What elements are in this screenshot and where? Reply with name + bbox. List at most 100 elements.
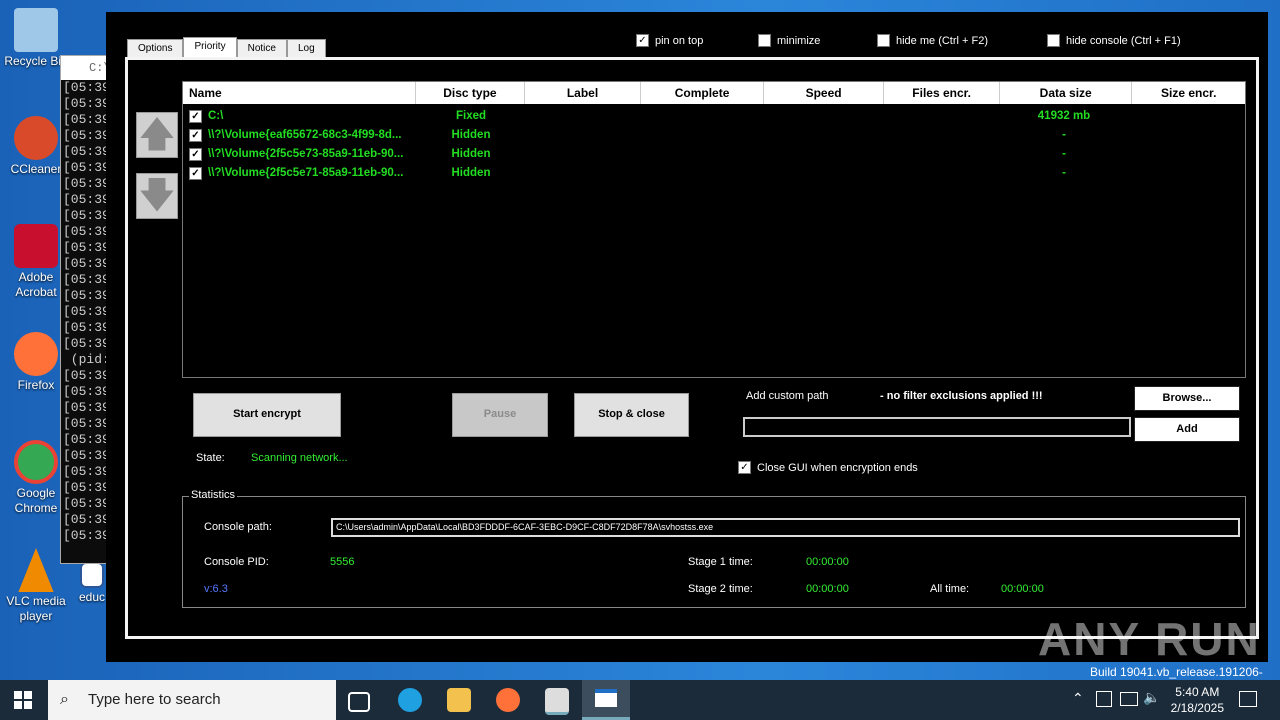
statistics-title: Statistics [189,489,238,501]
col-speed[interactable]: Speed [764,82,885,104]
console-pid-label: Console PID: [204,556,269,568]
encryptor-window: Options Priority Notice Log ✓ pin on top… [106,12,1268,662]
cell-data-size: - [1062,167,1066,179]
cell-size-encr [1130,145,1243,164]
cell-label [525,126,641,145]
close-gui-checkbox[interactable]: ✓ Close GUI when encryption ends [738,461,918,474]
cell-files [883,126,998,145]
col-complete[interactable]: Complete [641,82,764,104]
drive-name: \\?\Volume{eaf65672-68c3-4f99-8d... [208,129,402,141]
minimize-checkbox[interactable]: minimize [758,34,820,47]
arrow-down-icon: 🡇 [138,174,176,215]
cell-size-encr [1130,126,1243,145]
acrobat-icon [14,224,58,268]
custom-path-label: Add custom path [746,390,829,402]
drive-name: \\?\Volume{2f5c5e73-85a9-11eb-90... [208,148,404,160]
tab-priority[interactable]: Priority [183,37,237,59]
start-encrypt-button[interactable]: Start encrypt [193,393,341,437]
cell-speed [763,107,883,126]
hide-me-checkbox[interactable]: hide me (Ctrl + F2) [877,34,988,47]
console-path-label: Console path: [204,521,272,533]
recycle-bin-icon [14,8,58,52]
filter-note: - no filter exclusions applied !!! [880,390,1043,402]
cell-label [525,145,641,164]
firefox-icon [14,332,58,376]
state-label: State: [196,452,225,464]
volume-icon[interactable]: 🔈 [1143,689,1160,706]
cell-files [883,164,998,183]
table-row[interactable]: ✓ \\?\Volume{eaf65672-68c3-4f99-8d... Hidd… [183,126,1245,145]
stage1-value: 00:00:00 [806,556,849,568]
add-button[interactable]: Add [1134,417,1240,442]
cell-disc-type: Hidden [451,129,491,141]
cell-data-size: - [1062,148,1066,160]
arrow-up-icon: 🡅 [138,113,176,154]
taskbar-search[interactable]: ⌕ Type here to search [48,680,336,720]
col-files-encr[interactable]: Files encr. [884,82,1000,104]
cell-size-encr [1130,164,1243,183]
chevron-up-icon[interactable]: ⌃ [1072,690,1084,707]
encryptor-taskbar-button[interactable] [582,680,630,720]
row-checkbox-icon[interactable]: ✓ [189,110,202,123]
col-name[interactable]: Name [183,82,417,104]
checkbox-empty-icon [1047,34,1060,47]
col-data-size[interactable]: Data size [1000,82,1133,104]
tab-bar: Options Priority Notice Log [127,37,326,59]
system-clock[interactable]: 5:40 AM 2/18/2025 [1171,684,1224,716]
cell-complete [641,126,763,145]
task-view-icon[interactable] [348,692,370,712]
chrome-icon [14,440,58,484]
search-placeholder: Type here to search [88,691,221,708]
device-icon[interactable] [1096,691,1112,707]
row-checkbox-icon[interactable]: ✓ [189,167,202,180]
cell-disc-type: Hidden [451,167,491,179]
table-row[interactable]: ✓ \\?\Volume{2f5c5e73-85a9-11eb-90... Hidd… [183,145,1245,164]
move-up-button[interactable]: 🡅 [136,112,178,158]
console-pid-value: 5556 [330,556,355,568]
cell-complete [641,164,763,183]
edge-icon[interactable] [398,688,422,712]
state-value: Scanning network... [251,452,348,464]
tab-notice[interactable]: Notice [236,39,287,59]
notification-icon[interactable] [1239,691,1257,707]
table-row[interactable]: ✓ \\?\Volume{2f5c5e71-85a9-11eb-90... Hidd… [183,164,1245,183]
tab-log[interactable]: Log [286,39,326,59]
stage2-label: Stage 2 time: [688,583,753,595]
row-checkbox-icon[interactable]: ✓ [189,148,202,161]
row-checkbox-icon[interactable]: ✓ [189,129,202,142]
pin-on-top-checkbox[interactable]: ✓ pin on top [636,34,703,47]
stage2-value: 00:00:00 [806,583,849,595]
pause-button[interactable]: Pause [452,393,548,437]
browse-button[interactable]: Browse... [1134,386,1240,411]
network-icon[interactable] [1120,692,1138,706]
statistics-group: Statistics Console path: C:\Users\admin\… [182,489,1246,608]
cell-files [883,145,998,164]
col-disc-type[interactable]: Disc type [416,82,525,104]
cell-disc-type: Hidden [451,148,491,160]
checkbox-checked-icon: ✓ [738,461,751,474]
table-header: Name Disc type Label Complete Speed File… [183,82,1245,104]
col-label[interactable]: Label [525,82,642,104]
cell-label [525,164,641,183]
start-button[interactable] [14,691,32,709]
checkbox-checked-icon: ✓ [636,34,649,47]
console-path-field[interactable]: C:\Users\admin\AppData\Local\BD3FDDDF-6C… [331,518,1240,537]
cell-data-size: 41932 mb [1037,110,1091,122]
col-size-encr[interactable]: Size encr. [1132,82,1245,104]
stop-close-button[interactable]: Stop & close [574,393,689,437]
custom-path-input[interactable] [743,417,1131,437]
tab-options[interactable]: Options [127,39,184,59]
cell-files [883,107,998,126]
cell-label [525,107,641,126]
table-row[interactable]: ✓ C:\ Fixed 41932 mb [183,107,1245,126]
file-explorer-icon[interactable] [447,688,471,712]
table-body: ✓ C:\ Fixed 41932 mb ✓ \\?\Volume{eaf65672-68… [183,107,1245,183]
anyrun-watermark: ANY RUN [1038,613,1261,665]
hide-console-checkbox[interactable]: hide console (Ctrl + F1) [1047,34,1181,47]
cell-speed [763,145,883,164]
cell-complete [641,107,763,126]
firefox-taskbar-icon[interactable] [496,688,520,712]
all-time-label: All time: [930,583,970,595]
console-taskbar-icon[interactable] [545,688,569,715]
move-down-button[interactable]: 🡇 [136,173,178,219]
